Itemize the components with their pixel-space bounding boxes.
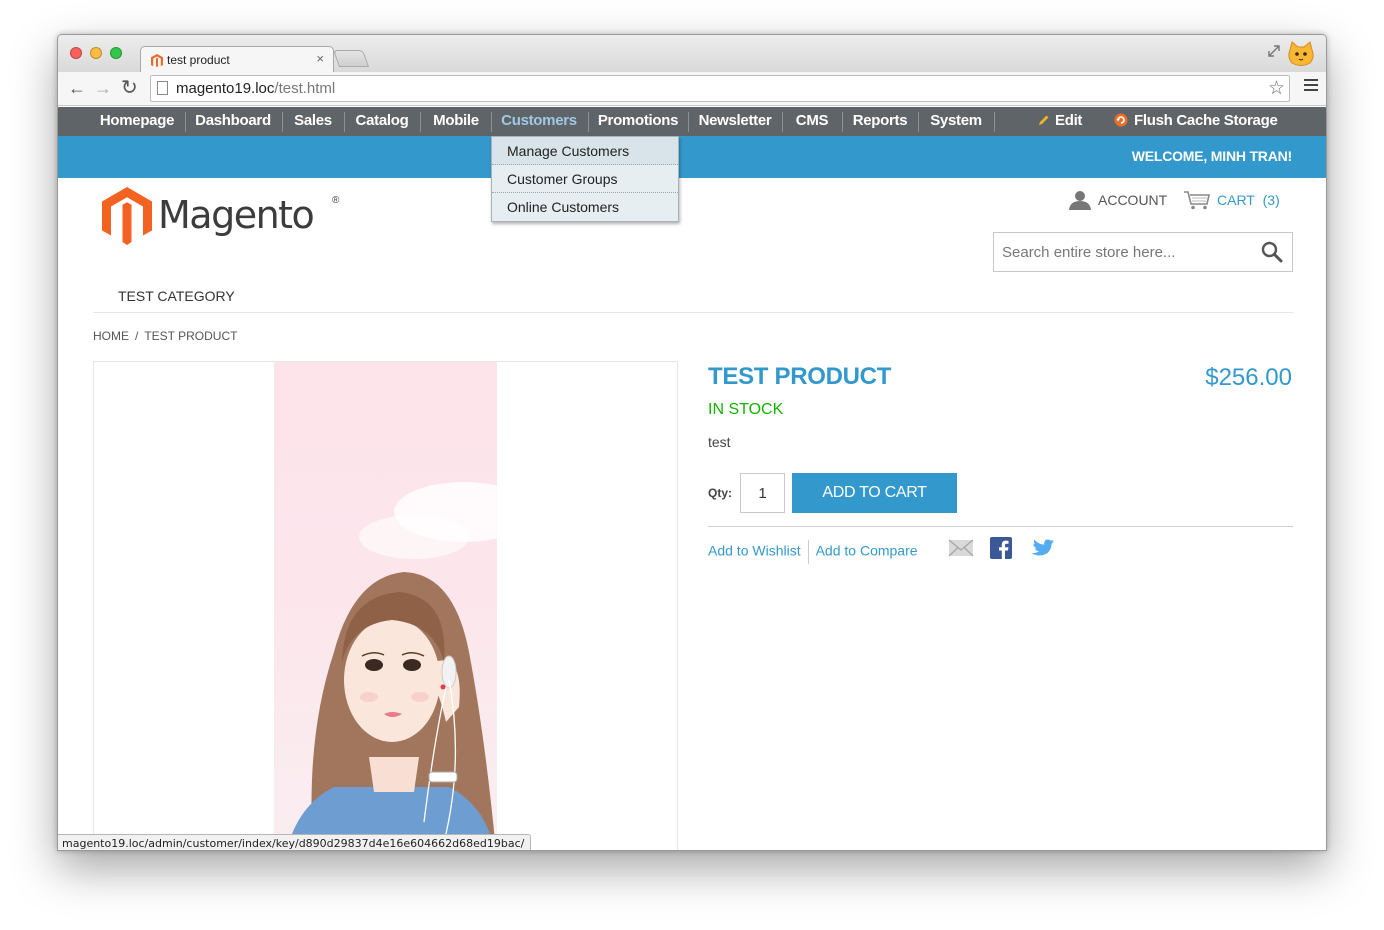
admin-separator: [420, 112, 421, 132]
store-logo[interactable]: Magento ®: [102, 187, 339, 250]
dropdown-item-online-customers[interactable]: Online Customers: [492, 193, 678, 221]
product-description: test: [708, 434, 731, 450]
qty-input[interactable]: [740, 473, 785, 513]
browser-window: test product × ← → ↻ magento19.loc/test.…: [57, 34, 1327, 851]
back-arrow-icon[interactable]: ←: [68, 78, 86, 98]
breadcrumb: HOME / TEST PRODUCT: [93, 329, 237, 343]
links-divider: [807, 540, 809, 564]
fullscreen-icon[interactable]: [1268, 45, 1280, 57]
account-link[interactable]: ACCOUNT: [1068, 190, 1167, 210]
admin-menu-sales[interactable]: Sales: [288, 107, 338, 136]
twitter-share-icon[interactable]: [1030, 539, 1054, 558]
product-price: $256.00: [1205, 364, 1292, 391]
admin-menu-mobile[interactable]: Mobile: [426, 107, 486, 136]
url-text[interactable]: magento19.loc/test.html: [176, 80, 335, 97]
welcome-message: WELCOME, MINH TRAN!: [1131, 148, 1292, 164]
admin-menu-cms[interactable]: CMS: [788, 107, 836, 136]
forward-arrow-icon[interactable]: →: [94, 78, 112, 98]
admin-menu-system[interactable]: System: [924, 107, 988, 136]
page-icon: [157, 81, 168, 95]
chrome-menu-icon[interactable]: [1304, 79, 1318, 94]
admin-separator: [688, 112, 689, 132]
admin-separator: [918, 112, 919, 132]
admin-menu-dashboard[interactable]: Dashboard: [191, 107, 275, 136]
admin-flush-cache-link[interactable]: Flush Cache Storage: [1114, 107, 1284, 136]
close-window-button[interactable]: [70, 47, 82, 59]
product-image[interactable]: [274, 362, 497, 850]
refresh-cache-icon: [1114, 113, 1128, 127]
customers-dropdown-menu: Manage Customers Customer Groups Online …: [491, 136, 679, 222]
admin-edit-link[interactable]: Edit: [1038, 107, 1088, 136]
magento-favicon-icon: [151, 54, 163, 67]
nav-category-test[interactable]: TEST CATEGORY: [118, 288, 235, 304]
girl-illustration-image: [286, 482, 497, 850]
zoom-window-button[interactable]: [110, 47, 122, 59]
nav-divider: [93, 312, 1293, 313]
product-title: TEST PRODUCT: [708, 363, 892, 390]
browser-tab[interactable]: test product ×: [140, 46, 334, 73]
email-share-icon[interactable]: [948, 539, 974, 557]
magento-logo-icon: [102, 187, 152, 245]
admin-separator: [842, 112, 843, 132]
admin-menu-customers[interactable]: Customers: [497, 107, 581, 136]
cart-icon: [1184, 191, 1210, 210]
breadcrumb-separator: /: [135, 329, 139, 343]
tab-close-icon[interactable]: ×: [316, 51, 324, 66]
cart-count: (3): [1262, 192, 1280, 208]
product-actions-divider: [708, 526, 1293, 527]
admin-separator: [491, 112, 492, 132]
facebook-share-icon[interactable]: [990, 537, 1012, 559]
address-bar[interactable]: magento19.loc/test.html ☆: [150, 75, 1290, 102]
admin-separator: [588, 112, 589, 132]
search-box: [993, 232, 1293, 272]
pencil-icon: [1039, 115, 1049, 125]
admin-separator: [994, 112, 995, 132]
add-to-compare-link[interactable]: Add to Compare: [816, 543, 918, 559]
logo-wordmark: Magento: [158, 193, 315, 237]
account-user-icon: [1069, 191, 1091, 210]
add-to-cart-button[interactable]: ADD TO CART: [792, 473, 957, 513]
admin-separator: [282, 112, 283, 132]
welcome-bar: WELCOME, MINH TRAN!: [58, 136, 1326, 178]
admin-menu-newsletter[interactable]: Newsletter: [694, 107, 776, 136]
breadcrumb-current: TEST PRODUCT: [144, 329, 238, 343]
admin-separator: [782, 112, 783, 132]
admin-separator: [344, 112, 345, 132]
tab-title: test product: [167, 53, 230, 67]
add-to-wishlist-link[interactable]: Add to Wishlist: [708, 543, 801, 559]
window-extras: [1266, 40, 1318, 73]
new-tab-button[interactable]: [332, 50, 370, 67]
admin-toolbar: Homepage Dashboard Sales Catalog Mobile …: [58, 107, 1326, 136]
reload-icon[interactable]: ↻: [121, 78, 138, 98]
logo-registered-mark: ®: [332, 195, 340, 206]
cart-label: CART: [1217, 192, 1255, 208]
breadcrumb-home[interactable]: HOME: [93, 329, 129, 343]
product-links: Add to Wishlist Add to Compare: [708, 540, 918, 564]
profile-cat-avatar-icon[interactable]: [1288, 41, 1314, 66]
product-image-frame: [93, 361, 678, 850]
search-icon[interactable]: [1260, 240, 1284, 264]
browser-status-url: magento19.loc/admin/customer/index/key/d…: [58, 834, 532, 850]
cart-link[interactable]: CART (3): [1183, 190, 1280, 210]
stock-status: IN STOCK: [708, 401, 784, 418]
admin-menu-promotions[interactable]: Promotions: [594, 107, 682, 136]
dropdown-item-customer-groups[interactable]: Customer Groups: [492, 165, 678, 193]
admin-separator: [185, 112, 186, 132]
dropdown-item-manage-customers[interactable]: Manage Customers: [492, 137, 678, 165]
admin-menu-homepage[interactable]: Homepage: [96, 107, 178, 136]
browser-toolbar: ← → ↻ magento19.loc/test.html ☆: [58, 72, 1326, 106]
admin-menu-catalog[interactable]: Catalog: [350, 107, 414, 136]
bookmark-star-icon[interactable]: ☆: [1268, 77, 1285, 100]
minimize-window-button[interactable]: [90, 47, 102, 59]
browser-titlebar: test product ×: [58, 35, 1326, 73]
qty-label: Qty:: [708, 486, 732, 500]
search-input[interactable]: [994, 233, 1254, 271]
admin-menu-reports[interactable]: Reports: [848, 107, 912, 136]
